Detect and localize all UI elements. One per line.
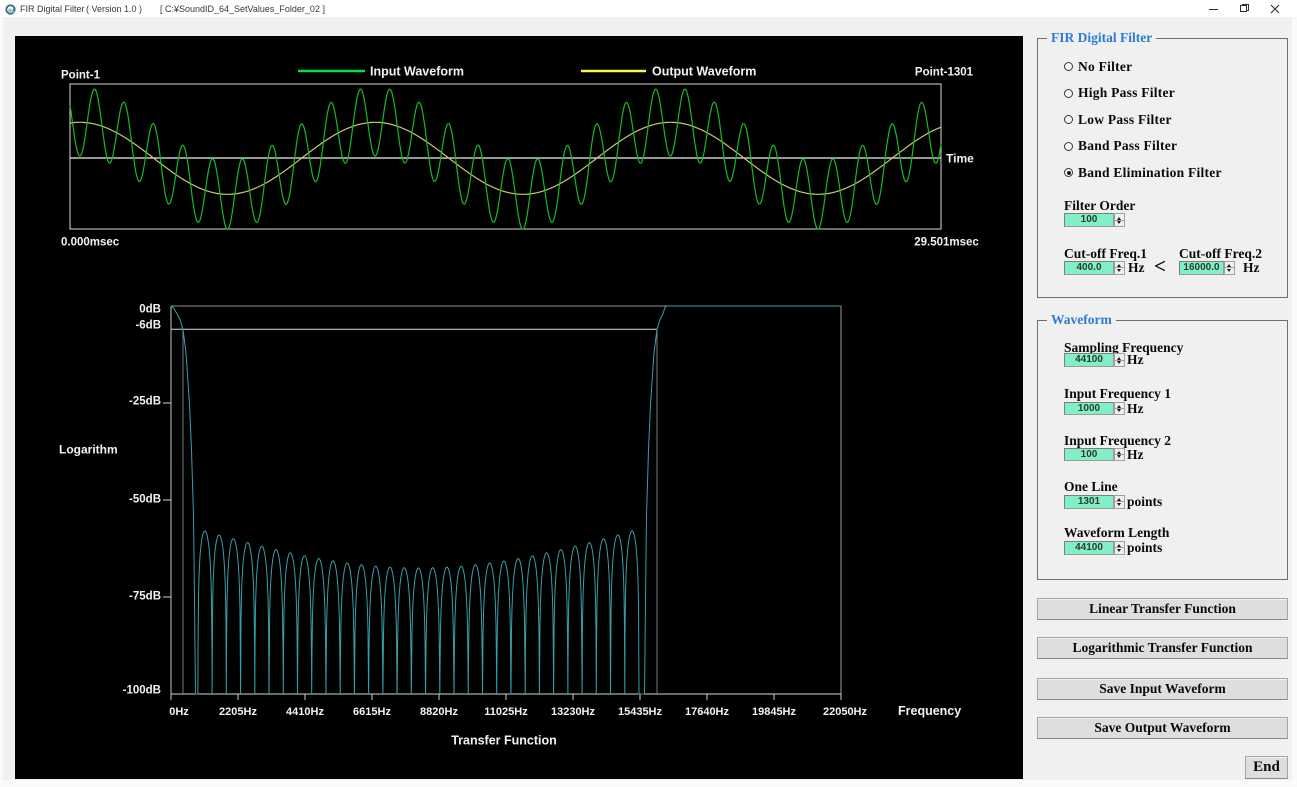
svg-text:-100dB: -100dB: [123, 685, 161, 697]
svg-text:2205Hz: 2205Hz: [219, 706, 257, 718]
svg-text:6615Hz: 6615Hz: [353, 706, 391, 718]
svg-text:Frequency: Frequency: [898, 704, 961, 718]
svg-text:Output Waveform: Output Waveform: [652, 65, 756, 79]
svg-text:22050Hz: 22050Hz: [823, 706, 868, 718]
svg-text:19845Hz: 19845Hz: [752, 706, 797, 718]
svg-text:-75dB: -75dB: [129, 591, 161, 603]
svg-text:Input Waveform: Input Waveform: [370, 65, 464, 79]
svg-text:-6dB: -6dB: [135, 320, 161, 332]
svg-text:4410Hz: 4410Hz: [286, 706, 324, 718]
svg-text:Transfer Function: Transfer Function: [451, 734, 557, 748]
svg-text:11025Hz: 11025Hz: [484, 706, 528, 718]
svg-text:0.000msec: 0.000msec: [61, 237, 120, 249]
svg-text:-50dB: -50dB: [129, 494, 161, 506]
svg-text:15435Hz: 15435Hz: [618, 706, 663, 718]
svg-text:0Hz: 0Hz: [169, 706, 189, 718]
svg-text:8820Hz: 8820Hz: [420, 706, 458, 718]
svg-text:29.501msec: 29.501msec: [914, 237, 979, 249]
svg-text:0dB: 0dB: [139, 304, 161, 316]
svg-text:13230Hz: 13230Hz: [551, 706, 596, 718]
svg-text:-25dB: -25dB: [129, 396, 161, 408]
svg-text:Point-1: Point-1: [61, 70, 101, 82]
svg-text:Logarithm: Logarithm: [59, 443, 118, 457]
svg-text:17640Hz: 17640Hz: [685, 706, 730, 718]
svg-text:Time: Time: [946, 152, 974, 166]
svg-text:Point-1301: Point-1301: [915, 67, 974, 79]
